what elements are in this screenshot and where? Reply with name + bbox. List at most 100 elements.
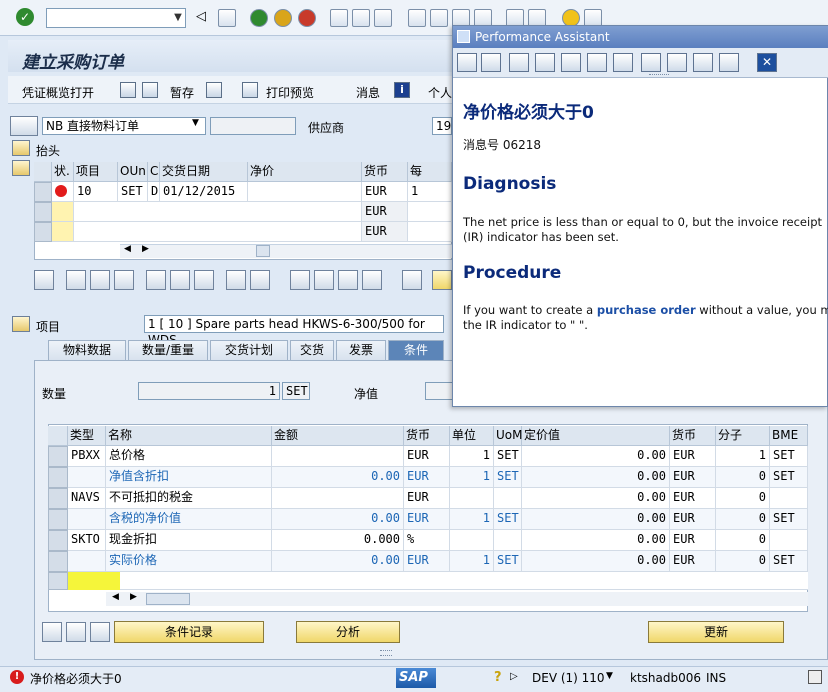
row-selector[interactable] xyxy=(48,509,68,530)
condition-value-cell[interactable]: 0.00 xyxy=(522,509,670,530)
condition-amount-cell[interactable]: 0.00 xyxy=(272,551,404,572)
tab-delivery-schedule[interactable]: 交货计划 xyxy=(210,340,288,360)
export-icon[interactable] xyxy=(402,270,422,290)
horizontal-scrollbar[interactable] xyxy=(120,244,452,258)
insert-condition-icon[interactable] xyxy=(66,622,86,642)
pa-glossary-icon[interactable] xyxy=(509,53,529,72)
chevron-down-icon[interactable]: ▼ xyxy=(170,9,186,27)
vendor-field[interactable]: 19 xyxy=(432,117,452,135)
condition-value-cell[interactable]: 0.00 xyxy=(522,446,670,467)
messages-button[interactable]: 消息 xyxy=(356,84,380,101)
condition-num-cell[interactable]: 0 xyxy=(716,509,770,530)
play-icon[interactable]: ▷ xyxy=(510,671,518,682)
pa-close-icon[interactable]: ✕ xyxy=(757,53,777,72)
insert-row-icon[interactable] xyxy=(114,270,134,290)
condition-cur-cell[interactable]: EUR xyxy=(404,467,450,488)
item-selector-dropdown[interactable]: 1 [ 10 ] Spare parts head HKWS-6-300/500… xyxy=(144,315,444,347)
per-cell[interactable] xyxy=(408,222,452,242)
lock-icon[interactable] xyxy=(170,270,190,290)
condition-num-cell[interactable]: 0 xyxy=(716,551,770,572)
empty-cells[interactable] xyxy=(74,202,362,222)
pa-window-icon[interactable] xyxy=(667,53,687,72)
sort-icon[interactable] xyxy=(290,270,310,290)
row-selector[interactable] xyxy=(48,467,68,488)
condition-cur-cell[interactable]: EUR xyxy=(404,446,450,467)
status-message[interactable]: 净价格必须大于0 xyxy=(30,670,122,687)
condition-unit-cell[interactable]: 1 xyxy=(450,467,494,488)
condition-amount-cell[interactable] xyxy=(272,488,404,509)
find-icon[interactable] xyxy=(352,9,370,27)
pa-tech-info-icon[interactable] xyxy=(535,53,555,72)
condition-amount-cell[interactable]: 0.00 xyxy=(272,509,404,530)
copy-row-icon[interactable] xyxy=(90,270,110,290)
condition-uom-cell[interactable]: SET xyxy=(494,467,522,488)
condition-amount-cell[interactable]: 0.000 xyxy=(272,530,404,551)
scroll-left-icon[interactable]: ◀ xyxy=(124,244,131,254)
update-button[interactable]: 更新 xyxy=(648,621,784,643)
condition-value-cell[interactable]: 0.00 xyxy=(522,530,670,551)
condition-details-icon[interactable] xyxy=(42,622,62,642)
condition-unit-cell[interactable]: 1 xyxy=(450,551,494,572)
row-selector[interactable] xyxy=(34,182,52,202)
condition-bme-cell[interactable] xyxy=(770,488,808,509)
scroll-right-icon[interactable]: ▶ xyxy=(130,592,137,602)
condition-bme-cell[interactable]: SET xyxy=(770,446,808,467)
condition-uom-cell[interactable] xyxy=(494,530,522,551)
item-number-cell[interactable]: 10 xyxy=(74,182,118,202)
table-settings-icon[interactable] xyxy=(250,270,270,290)
row-selector[interactable] xyxy=(48,446,68,467)
condition-uom-cell[interactable]: SET xyxy=(494,509,522,530)
cancel-icon[interactable] xyxy=(298,9,316,27)
pa-back-icon[interactable] xyxy=(457,53,477,72)
condition-unit-cell[interactable] xyxy=(450,530,494,551)
condition-records-button[interactable]: 条件记录 xyxy=(114,621,264,643)
filter-icon[interactable] xyxy=(338,270,358,290)
filter-off-icon[interactable] xyxy=(362,270,382,290)
pa-find-icon[interactable] xyxy=(587,53,607,72)
new-condition-type-cell[interactable] xyxy=(68,572,120,590)
condition-cur2-cell[interactable]: EUR xyxy=(670,551,716,572)
net-price-cell[interactable] xyxy=(248,182,362,202)
condition-cur2-cell[interactable]: EUR xyxy=(670,530,716,551)
condition-cur-cell[interactable]: EUR xyxy=(404,488,450,509)
condition-value-cell[interactable]: 0.00 xyxy=(522,551,670,572)
chevron-down-icon[interactable]: ▼ xyxy=(192,118,199,128)
condition-unit-cell[interactable] xyxy=(450,488,494,509)
grid-corner[interactable] xyxy=(48,426,68,446)
row-selector[interactable] xyxy=(48,488,68,509)
enter-icon[interactable]: ✓ xyxy=(16,8,34,26)
find-next-icon[interactable] xyxy=(374,9,392,27)
print-preview-icon[interactable] xyxy=(242,82,258,98)
save-icon[interactable] xyxy=(218,9,236,27)
add-row-icon[interactable] xyxy=(66,270,86,290)
condition-unit-cell[interactable]: 1 xyxy=(450,446,494,467)
copy-icon[interactable] xyxy=(226,270,246,290)
condition-amount-cell[interactable]: 0.00 xyxy=(272,467,404,488)
scroll-thumb[interactable] xyxy=(146,593,190,605)
condition-num-cell[interactable]: 0 xyxy=(716,488,770,509)
condition-num-cell[interactable]: 0 xyxy=(716,467,770,488)
table-row[interactable] xyxy=(52,202,74,222)
tab-quantity-weight[interactable]: 数量/重量 xyxy=(128,340,208,360)
new-condition-row[interactable] xyxy=(120,572,808,590)
row-selector[interactable] xyxy=(48,551,68,572)
condition-uom-cell[interactable]: SET xyxy=(494,446,522,467)
exit-icon[interactable] xyxy=(274,9,292,27)
document-overview-button[interactable]: 凭证概览打开 xyxy=(22,84,94,101)
print-icon[interactable] xyxy=(330,9,348,27)
condition-cur2-cell[interactable]: EUR xyxy=(670,446,716,467)
condition-uom-cell[interactable]: SET xyxy=(494,551,522,572)
table-row[interactable] xyxy=(52,222,74,242)
condition-value-cell[interactable]: 0.00 xyxy=(522,467,670,488)
layout-header-icon[interactable] xyxy=(34,162,52,182)
info-icon[interactable]: i xyxy=(394,82,410,98)
condition-amount-cell[interactable] xyxy=(272,446,404,467)
scroll-right-icon[interactable]: ▶ xyxy=(142,244,149,254)
condition-bme-cell[interactable]: SET xyxy=(770,509,808,530)
cart-icon[interactable] xyxy=(10,116,38,136)
condition-bme-cell[interactable]: SET xyxy=(770,551,808,572)
scroll-thumb[interactable] xyxy=(256,245,270,257)
check-icon[interactable] xyxy=(206,82,222,98)
first-page-icon[interactable] xyxy=(408,9,426,27)
condition-cur2-cell[interactable]: EUR xyxy=(670,509,716,530)
